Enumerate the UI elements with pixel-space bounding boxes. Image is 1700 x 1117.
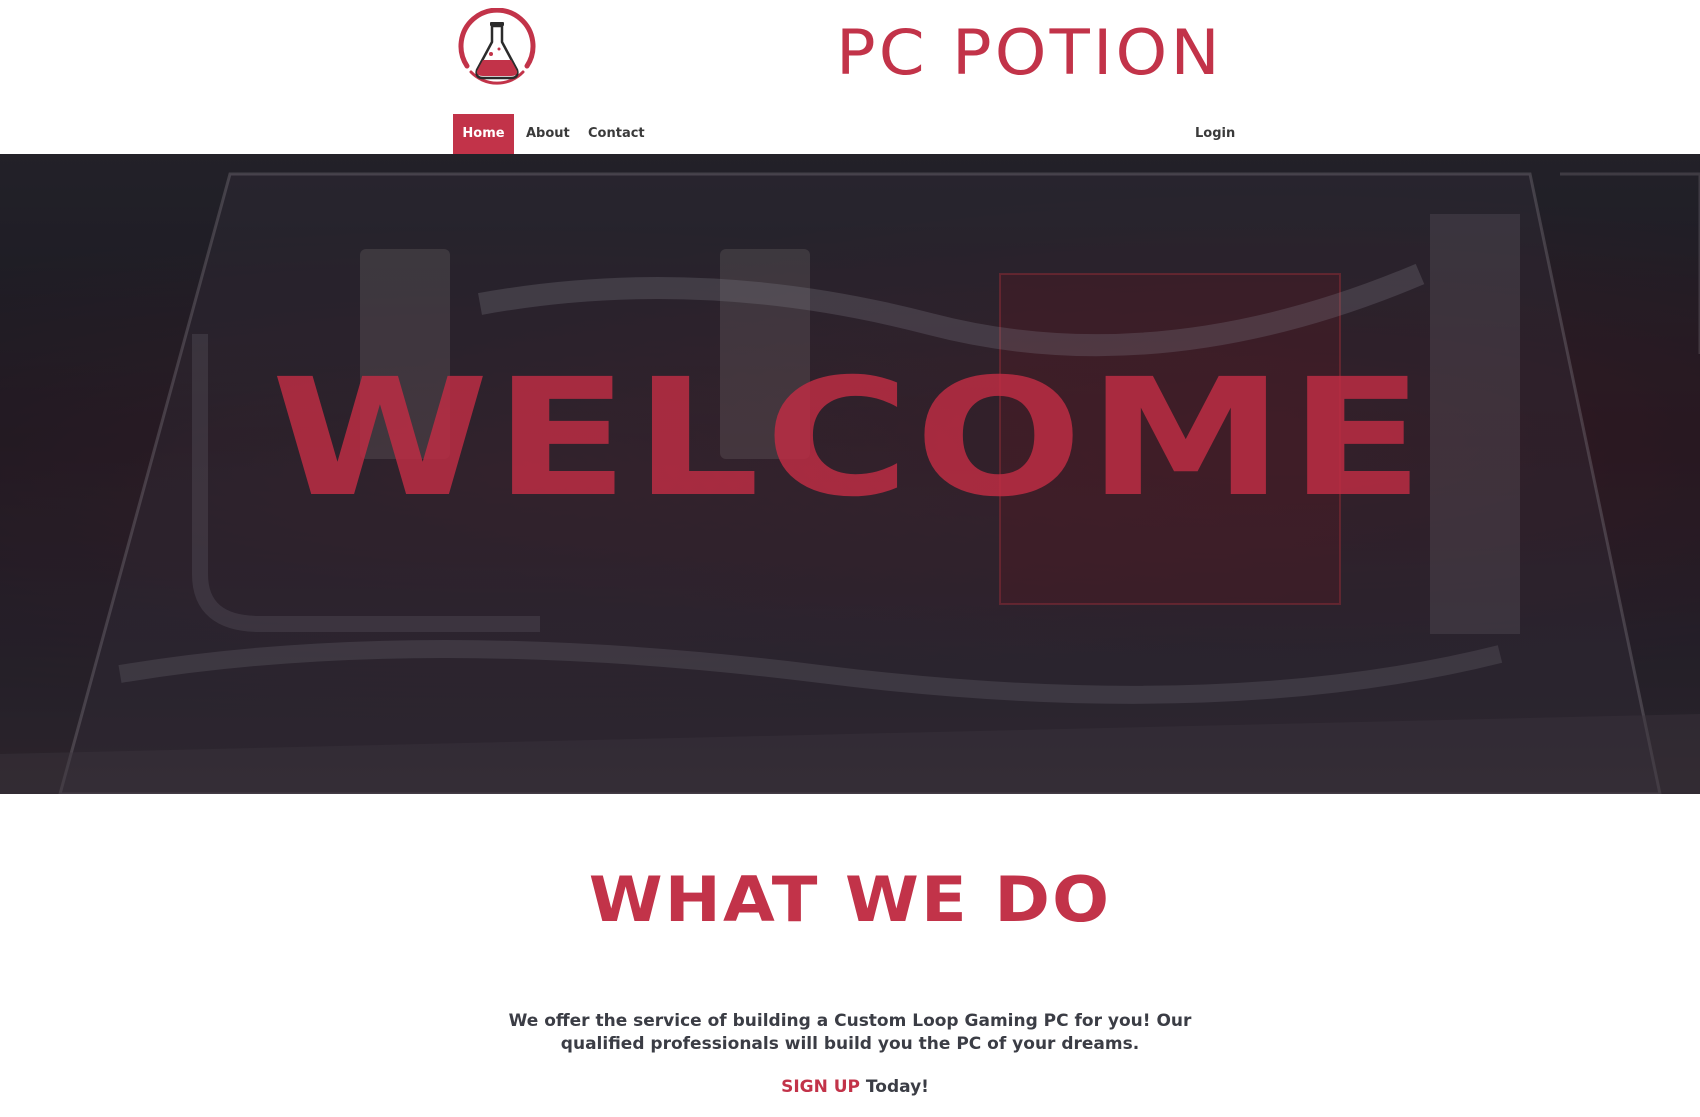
nav-home[interactable]: Home <box>453 114 514 154</box>
cta-suffix: Today! <box>860 1077 929 1097</box>
hero-title: WELCOME <box>271 345 1429 533</box>
main-nav: Home About Contact Login <box>0 114 1700 154</box>
flask-icon[interactable] <box>455 8 539 92</box>
page: PC POTION Home About Contact Login WELCO… <box>0 0 1700 1117</box>
section-heading: WHAT WE DO <box>588 863 1112 936</box>
nav-login[interactable]: Login <box>1195 114 1235 154</box>
nav-about[interactable]: About <box>526 114 570 154</box>
header: PC POTION <box>0 0 1700 114</box>
section-description: We offer the service of building a Custo… <box>508 1011 1192 1054</box>
sign-up-link[interactable]: SIGN UP <box>781 1077 860 1097</box>
nav-contact[interactable]: Contact <box>588 114 645 154</box>
signup-callout: SIGN UP Today! <box>0 1076 1700 1098</box>
hero-banner: WELCOME <box>0 154 1700 794</box>
brand-title: PC POTION <box>836 16 1223 89</box>
